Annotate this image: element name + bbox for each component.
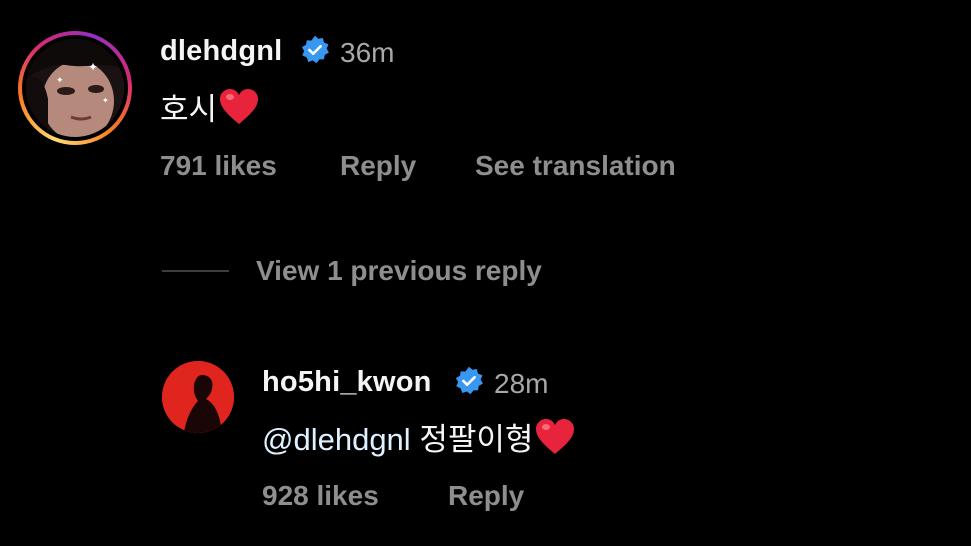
reply-likes[interactable]: 928 likes bbox=[262, 480, 379, 512]
comments-thread: ✦ ✦ ✦ dlehdgnl 36m 호시 791 likes Reply Se… bbox=[0, 0, 971, 546]
reply-timestamp: 28m bbox=[494, 368, 549, 399]
verified-badge-icon bbox=[301, 35, 329, 64]
reply-text: @dlehdgnl 정팔이형 bbox=[262, 414, 575, 459]
verified-badge-icon bbox=[455, 366, 483, 395]
svg-text:✦: ✦ bbox=[88, 60, 98, 74]
reply-username[interactable]: ho5hi_kwon bbox=[262, 366, 432, 399]
comment-body: 호시 bbox=[160, 92, 218, 127]
svg-text:✦: ✦ bbox=[56, 76, 64, 86]
comment-timestamp: 36m bbox=[340, 37, 395, 68]
view-previous-replies-button[interactable]: View 1 previous reply bbox=[256, 255, 542, 287]
avatar-photo bbox=[162, 361, 234, 433]
avatar-photo: ✦ ✦ ✦ bbox=[26, 39, 124, 137]
reply-button[interactable]: Reply bbox=[448, 480, 524, 512]
reply-body: 정팔이형 bbox=[419, 422, 534, 457]
comment-likes[interactable]: 791 likes bbox=[160, 150, 277, 182]
mention-link[interactable]: @dlehdgnl bbox=[262, 422, 411, 457]
svg-text:✦: ✦ bbox=[102, 96, 109, 105]
comment-text: 호시 bbox=[160, 84, 259, 129]
heart-emoji-icon bbox=[220, 89, 259, 124]
avatar[interactable] bbox=[162, 361, 234, 433]
replies-divider bbox=[162, 270, 229, 272]
reply-button[interactable]: Reply bbox=[340, 150, 416, 182]
avatar[interactable]: ✦ ✦ ✦ bbox=[26, 39, 124, 137]
story-ring-avatar[interactable]: ✦ ✦ ✦ bbox=[18, 31, 132, 145]
see-translation-button[interactable]: See translation bbox=[475, 150, 676, 182]
heart-emoji-icon bbox=[536, 419, 575, 454]
comment-username[interactable]: dlehdgnl bbox=[160, 35, 282, 68]
